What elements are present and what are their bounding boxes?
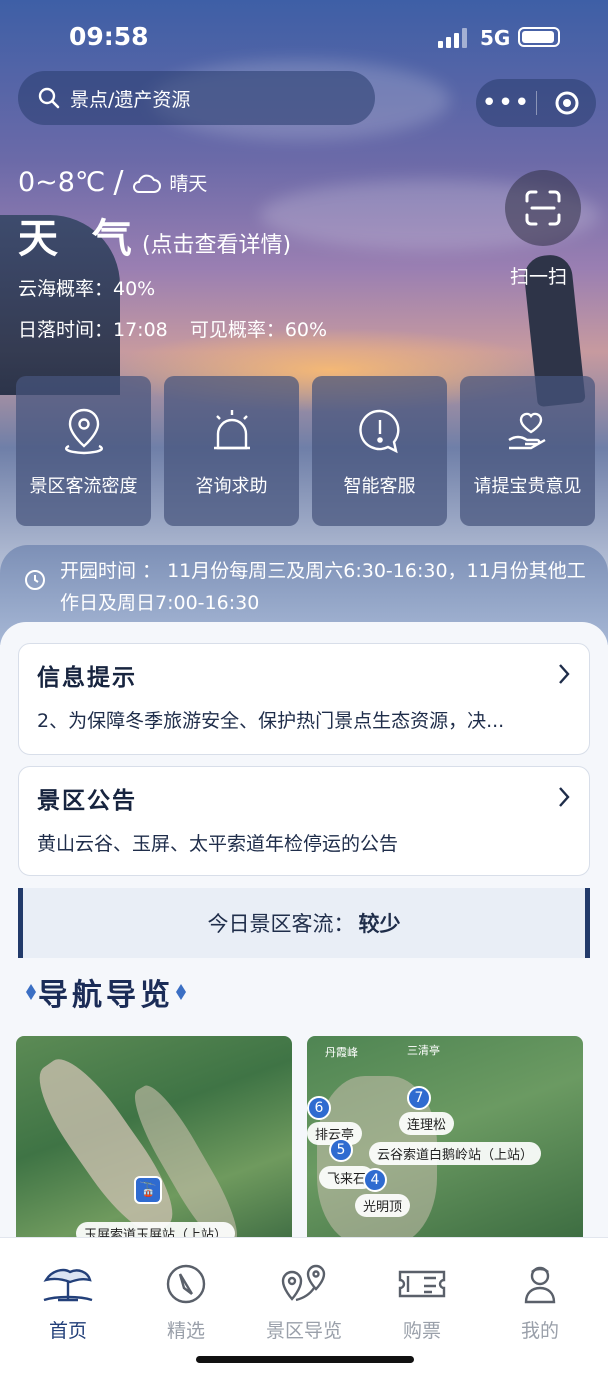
battery-icon: [518, 27, 560, 47]
visitor-flow-banner: 今日景区客流： 较少: [18, 888, 590, 958]
status-time: 09:58: [69, 22, 149, 51]
more-icon[interactable]: •••: [476, 90, 536, 116]
weather-panel[interactable]: 0~8℃ / 晴天 天 气 (点击查看详情) 云海概率：40% 日落时间：17:…: [18, 165, 327, 342]
sunset-time: 日落时间：17:08: [18, 319, 168, 341]
map-label-place: 光明顶: [355, 1194, 411, 1217]
exclamation-chat-icon: [358, 409, 399, 454]
cloud-icon: [133, 174, 162, 193]
map-label-place: 云谷索道白鹅岭站（上站）: [369, 1142, 542, 1165]
search-placeholder: 景点/遗产资源: [70, 88, 191, 111]
tile-crowd-density[interactable]: 景区客流密度: [16, 376, 151, 526]
scan-label: 扫一扫: [510, 266, 568, 288]
close-target-icon[interactable]: [537, 90, 596, 116]
compass-icon: [166, 1264, 206, 1304]
tile-smart-service[interactable]: 智能客服: [312, 376, 447, 526]
sunset-visibility-row: 日落时间：17:08 可见概率：60%: [18, 315, 327, 342]
quick-actions: 景区客流密度 咨询求助 智能客服 请提宝贵意见: [16, 376, 595, 526]
miniprogram-capsule: •••: [476, 79, 596, 127]
status-bar: 09:58 5G: [0, 0, 608, 76]
alarm-bell-icon: [213, 410, 250, 450]
weather-title: 天 气: [18, 216, 142, 262]
network-type: 5G: [480, 26, 511, 50]
location-pin-icon: [64, 408, 103, 455]
tab-label: 精选: [166, 1320, 205, 1342]
tab-featured[interactable]: 精选: [126, 1260, 246, 1343]
sea-of-clouds-probability: 云海概率：40%: [18, 278, 156, 300]
notice-card-body: 黄山云谷、玉屏、太平索道年检停运的公告: [37, 833, 399, 855]
tab-profile[interactable]: 我的: [480, 1260, 600, 1343]
chevron-right-icon: [559, 664, 570, 684]
chevron-right-icon: [559, 787, 570, 807]
weather-title-row: 天 气 (点击查看详情): [18, 206, 327, 264]
clock-icon: [25, 570, 45, 590]
tab-label: 我的: [520, 1320, 559, 1342]
ticket-icon: [398, 1270, 446, 1298]
tab-label: 购票: [402, 1320, 441, 1342]
diamond-decoration-icon: [176, 984, 186, 1000]
weather-detail-hint[interactable]: (点击查看详情): [142, 227, 291, 259]
map-label-place: 丹霞峰: [325, 1046, 358, 1059]
cableway-icon[interactable]: 🚡: [134, 1176, 162, 1204]
navigation-title: 导航导览: [38, 978, 174, 1013]
scan-button[interactable]: [505, 170, 581, 246]
map-pin[interactable]: 5: [329, 1138, 353, 1162]
tile-feedback[interactable]: 请提宝贵意见: [460, 376, 595, 526]
visibility-probability: 可见概率：60%: [189, 319, 328, 341]
temperature: 0~8℃: [18, 167, 106, 198]
tab-guide-map[interactable]: 景区导览: [244, 1260, 364, 1343]
tile-label: 智能客服: [343, 476, 416, 497]
tab-tickets[interactable]: 购票: [362, 1260, 482, 1343]
map-card-yuping[interactable]: 🚡 玉屏索道玉屏站（上站）: [16, 1036, 292, 1246]
user-icon: [524, 1266, 556, 1304]
home-pine-icon: [43, 1268, 93, 1302]
signal-icon: [438, 28, 467, 48]
visitor-flow-value: 较少: [358, 912, 401, 936]
visitor-flow-label: 今日景区客流：: [207, 912, 355, 936]
search-bar[interactable]: 景点/遗产资源: [18, 71, 375, 125]
tab-label: 首页: [48, 1320, 87, 1342]
map-pin[interactable]: 4: [363, 1168, 387, 1192]
map-pins-icon: [281, 1264, 326, 1302]
tab-home[interactable]: 首页: [8, 1260, 128, 1343]
scan-icon: [525, 190, 561, 226]
search-icon: [38, 87, 60, 109]
map-label-place: 三清亭: [407, 1044, 440, 1057]
tab-label: 景区导览: [265, 1320, 342, 1342]
info-card-title: 信息提示: [37, 664, 137, 691]
navigation-section-title: 导航导览: [24, 970, 188, 1014]
diamond-decoration-icon: [26, 984, 36, 1000]
weather-condition: 晴天: [169, 173, 208, 195]
tile-label: 咨询求助: [195, 476, 268, 497]
notice-card-title: 景区公告: [37, 787, 137, 814]
info-card[interactable]: 信息提示 2、为保障冬季旅游安全、保护热门景点生态资源，决...: [18, 643, 590, 755]
map-pin[interactable]: 7: [407, 1086, 431, 1110]
map-label-place: 连理松: [399, 1112, 455, 1135]
tile-label: 请提宝贵意见: [473, 476, 582, 497]
weather-summary: 0~8℃ / 晴天: [18, 165, 327, 200]
map-pin[interactable]: 6: [307, 1096, 331, 1120]
map-card-route[interactable]: 丹霞峰 三清亭 6 7 排云亭 连理松 5 云谷索道白鹅岭站（上站） 飞来石 4…: [307, 1036, 583, 1246]
info-card-body: 2、为保障冬季旅游安全、保护热门景点生态资源，决...: [37, 710, 505, 732]
opening-hours-text: 开园时间 ： 11月份每周三及周六6:30-16:30，11月份其他工作日及周日…: [60, 560, 586, 614]
tile-consult-help[interactable]: 咨询求助: [164, 376, 299, 526]
separator: /: [113, 165, 124, 200]
notice-card[interactable]: 景区公告 黄山云谷、玉屏、太平索道年检停运的公告: [18, 766, 590, 876]
home-indicator: [196, 1356, 414, 1363]
tile-label: 景区客流密度: [29, 476, 138, 497]
hand-heart-icon: [507, 412, 546, 450]
